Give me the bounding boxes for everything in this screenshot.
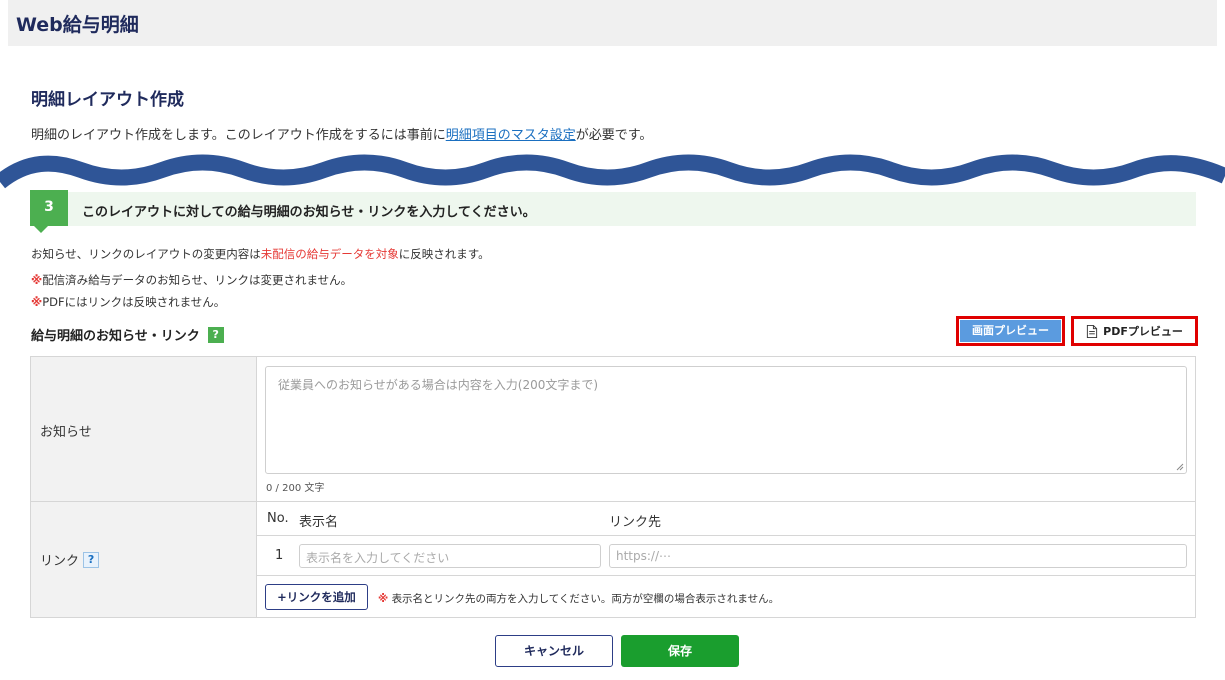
screen-preview-button[interactable]: 画面プレビュー [956, 316, 1065, 346]
step-number-badge: 3 [30, 190, 68, 233]
page-title: 明細レイアウト作成 [31, 90, 184, 110]
note-text: 表示名とリンク先の両方を入力してください。両方が空欄の場合表示されません。 [391, 593, 780, 605]
link-label: リンク ? [40, 550, 100, 569]
label-column [31, 357, 257, 617]
wave-divider [0, 154, 1225, 189]
add-link-row: +リンクを追加 ※ 表示名とリンク先の両方を入力してください。両方が空欄の場合表… [257, 577, 1195, 617]
note-text: 配信済み給与データのお知らせ、リンクは変更されません。 [42, 273, 353, 287]
app-title: Web給与明細 [16, 14, 139, 36]
desc-prefix: 明細のレイアウト作成をします。このレイアウト作成をするには事前に [31, 128, 446, 143]
note-text: お知らせ、リンクのレイアウトの変更内容は [31, 247, 261, 261]
note-line-1: お知らせ、リンクのレイアウトの変更内容は未配信の給与データを対象に反映されます。 [31, 246, 490, 262]
save-button[interactable]: 保存 [621, 635, 739, 667]
display-name-placeholder: 表示名を入力してください [306, 551, 450, 565]
notice-link-form: お知らせ 従業員へのお知らせがある場合は内容を入力(200文字まで) 0 / 2… [30, 356, 1196, 618]
add-link-note: ※ 表示名とリンク先の両方を入力してください。両方が空欄の場合表示されません。 [378, 591, 779, 606]
document-icon [1087, 324, 1098, 338]
note-line-2: ※配信済み給与データのお知らせ、リンクは変更されません。 [31, 272, 352, 288]
link-url-input[interactable]: https://⋯ [609, 544, 1187, 568]
note-mark: ※ [31, 273, 43, 287]
note-line-3: ※PDFにはリンクは反映されません。 [31, 294, 225, 310]
screen-preview-label: 画面プレビュー [960, 320, 1061, 342]
resize-grip-icon[interactable] [1176, 463, 1184, 471]
page-description: 明細のレイアウト作成をします。このレイアウト作成をするには事前に明細項目のマスタ… [31, 124, 652, 143]
section-title-text: 給与明細のお知らせ・リンク [31, 329, 200, 344]
note-highlight: 未配信の給与データを対象 [260, 247, 399, 261]
section-title: 給与明細のお知らせ・リンク ? [31, 325, 224, 344]
table-row: 1 表示名を入力してください https://⋯ [257, 537, 1195, 576]
character-counter: 0 / 200 文字 [266, 483, 325, 494]
column-link-url: リンク先 [609, 515, 662, 530]
link-label-text: リンク [40, 554, 80, 569]
help-icon[interactable]: ? [207, 326, 224, 343]
add-link-button[interactable]: +リンクを追加 [265, 584, 368, 610]
step-instruction: このレイアウトに対しての給与明細のお知らせ・リンクを入力してください。 [82, 205, 536, 220]
notice-label: お知らせ [40, 425, 92, 440]
note-text: に反映されます。 [398, 247, 490, 261]
step-bar: 3 このレイアウトに対しての給与明細のお知らせ・リンクを入力してください。 [30, 190, 1196, 233]
help-icon[interactable]: ? [83, 551, 100, 568]
notice-textarea[interactable]: 従業員へのお知らせがある場合は内容を入力(200文字まで) [265, 366, 1187, 474]
column-display-name: 表示名 [299, 515, 339, 530]
note-mark: ※ [31, 295, 43, 309]
link-table-header: No. 表示名 リンク先 [257, 502, 1195, 536]
row-number: 1 [275, 548, 284, 563]
column-no: No. [267, 511, 289, 526]
pdf-preview-button[interactable]: PDFプレビュー [1071, 316, 1198, 346]
desc-suffix: が必要です。 [575, 128, 653, 143]
cancel-button[interactable]: キャンセル [495, 635, 613, 667]
master-settings-link[interactable]: 明細項目のマスタ設定 [446, 128, 576, 143]
link-url-placeholder: https://⋯ [616, 549, 672, 563]
note-mark: ※ [378, 593, 389, 605]
note-text: PDFにはリンクは反映されません。 [42, 295, 226, 309]
notice-placeholder: 従業員へのお知らせがある場合は内容を入力(200文字まで) [278, 378, 599, 392]
display-name-input[interactable]: 表示名を入力してください [299, 544, 601, 568]
app-header: Web給与明細 [8, 0, 1217, 46]
pdf-preview-label: PDFプレビュー [1103, 325, 1183, 338]
